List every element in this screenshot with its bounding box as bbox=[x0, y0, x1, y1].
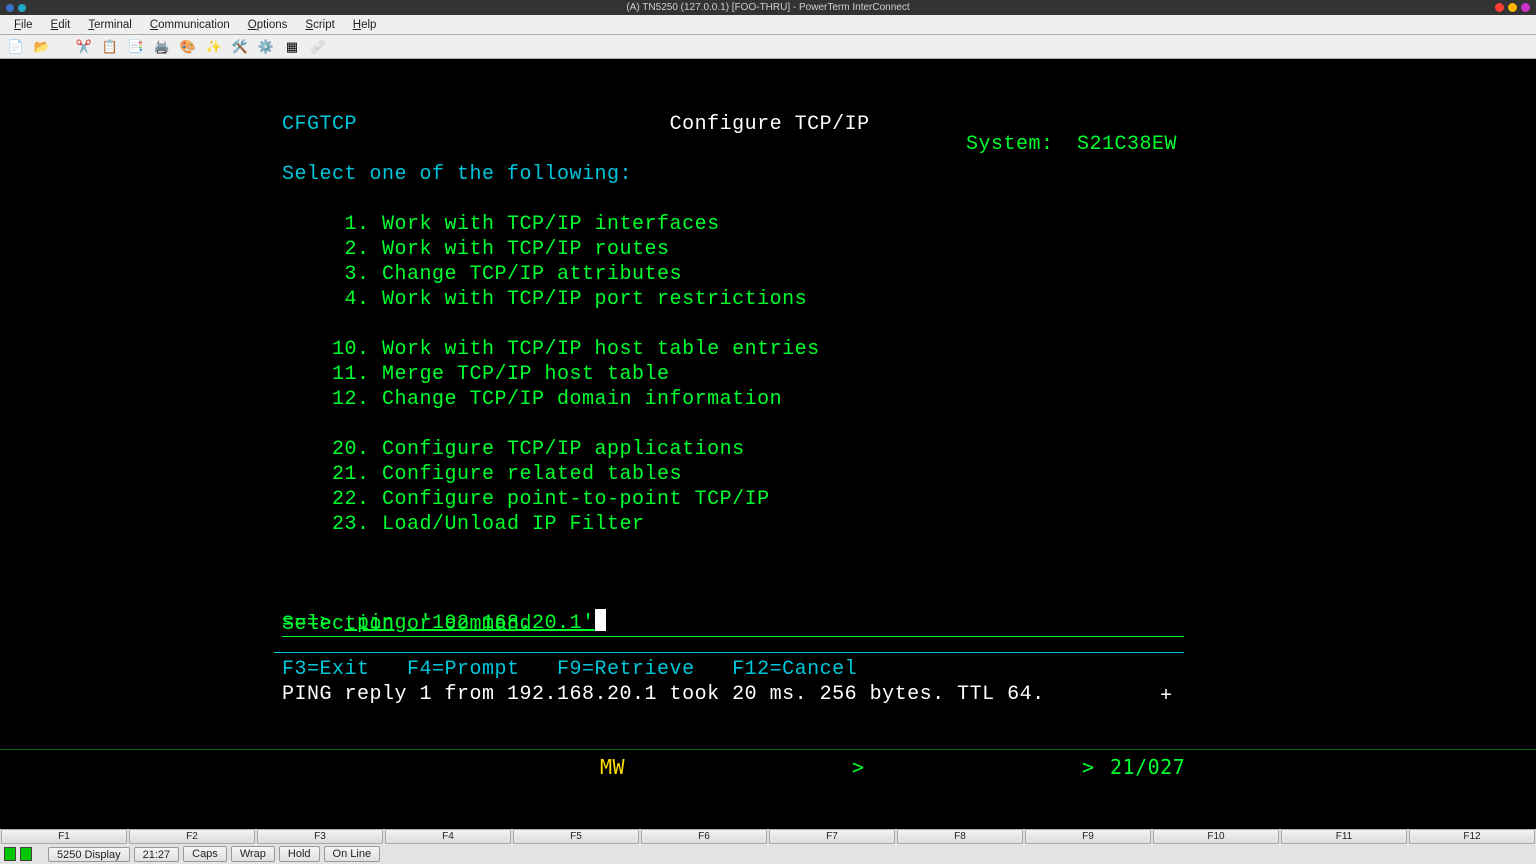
fkey-f4[interactable]: F4 bbox=[385, 829, 511, 844]
menu-options[interactable]: Options bbox=[240, 17, 296, 33]
bottom-status-bar: 5250 Display 21:27 CapsWrapHoldOn Line bbox=[0, 844, 1536, 864]
fkey-f7[interactable]: F7 bbox=[769, 829, 895, 844]
paste-icon[interactable]: 📑 bbox=[128, 39, 144, 55]
fkey-f1[interactable]: F1 bbox=[1, 829, 127, 844]
status-pill-hold[interactable]: Hold bbox=[279, 846, 320, 862]
mw-indicator: MW bbox=[600, 755, 625, 780]
more-indicator: + bbox=[1160, 684, 1173, 709]
command-prompt: ===> bbox=[282, 612, 332, 635]
fkey-f2[interactable]: F2 bbox=[129, 829, 255, 844]
message-line: PING reply 1 from 192.168.20.1 took 20 m… bbox=[282, 682, 1045, 707]
menubar: File Edit Terminal Communication Options… bbox=[0, 15, 1536, 35]
menu-script[interactable]: Script bbox=[297, 17, 342, 33]
fkey-f12[interactable]: F12 bbox=[1409, 829, 1535, 844]
command-input-line[interactable]: ===> ping '192.168.20.1' bbox=[282, 609, 1184, 637]
copy-icon[interactable]: 📋 bbox=[102, 39, 118, 55]
fkey-f11[interactable]: F11 bbox=[1281, 829, 1407, 844]
terminal-screen[interactable]: CFGTCP Configure TCP/IP System:S21C38EW … bbox=[0, 59, 1536, 780]
cut-icon[interactable]: ✂️ bbox=[76, 39, 92, 55]
gear-icon[interactable]: ⚙️ bbox=[258, 39, 274, 55]
fkey-bar: F1F2F3F4F5F6F7F8F9F10F11F12 bbox=[0, 829, 1536, 844]
menu-file[interactable]: File bbox=[6, 17, 41, 33]
cursor-position: 21/027 bbox=[1110, 755, 1185, 780]
menu-communication[interactable]: Communication bbox=[142, 17, 238, 33]
status-pill-on-line[interactable]: On Line bbox=[324, 846, 381, 862]
open-icon[interactable]: 📂 bbox=[34, 39, 50, 55]
fkey-f6[interactable]: F6 bbox=[641, 829, 767, 844]
cursor bbox=[595, 609, 606, 631]
system-name: S21C38EW bbox=[1077, 132, 1177, 157]
arrow-icon: > bbox=[1082, 755, 1095, 780]
print-icon[interactable]: 🖨️ bbox=[154, 39, 170, 55]
window-title: (A) TN5250 (127.0.0.1) [FOO-THRU] - Powe… bbox=[0, 2, 1536, 13]
fkey-f9[interactable]: F9 bbox=[1025, 829, 1151, 844]
tools-icon[interactable]: 🛠️ bbox=[232, 39, 248, 55]
fkey-f10[interactable]: F10 bbox=[1153, 829, 1279, 844]
new-icon[interactable]: 📄 bbox=[8, 39, 24, 55]
menu-edit[interactable]: Edit bbox=[43, 17, 79, 33]
function-keys-help: F3=Exit F4=Prompt F9=Retrieve F12=Cancel bbox=[282, 657, 857, 682]
eraser-icon[interactable]: 🩹 bbox=[310, 39, 326, 55]
maximize-icon[interactable] bbox=[1521, 3, 1530, 12]
menu-options: 1. Work with TCP/IP interfaces 2. Work w… bbox=[282, 212, 1536, 537]
status-row: MW > > 21/027 bbox=[0, 754, 1536, 780]
select-prompt: Select one of the following: bbox=[282, 163, 632, 186]
fkey-f3[interactable]: F3 bbox=[257, 829, 383, 844]
screen-title: Configure TCP/IP bbox=[670, 113, 870, 136]
system-label: System: bbox=[966, 132, 1054, 157]
program-id: CFGTCP bbox=[282, 113, 357, 136]
toolbar: 📄 📂 ✂️ 📋 📑 🖨️ 🎨 ✨ 🛠️ ⚙️ ▦ 🩹 bbox=[0, 35, 1536, 59]
window-titlebar: (A) TN5250 (127.0.0.1) [FOO-THRU] - Powe… bbox=[0, 0, 1536, 15]
pos-pill[interactable]: 21:27 bbox=[134, 847, 180, 862]
menu-terminal[interactable]: Terminal bbox=[80, 17, 139, 33]
menu-help[interactable]: Help bbox=[345, 17, 385, 33]
window-controls bbox=[1495, 3, 1530, 12]
grid-icon[interactable]: ▦ bbox=[284, 39, 300, 55]
fkey-f5[interactable]: F5 bbox=[513, 829, 639, 844]
fkey-f8[interactable]: F8 bbox=[897, 829, 1023, 844]
separator bbox=[274, 652, 1184, 653]
led-indicator bbox=[20, 847, 32, 861]
command-value[interactable]: ping '192.168.20.1' bbox=[345, 612, 595, 635]
status-separator bbox=[0, 749, 1536, 750]
status-pill-wrap[interactable]: Wrap bbox=[231, 846, 275, 862]
arrow-icon: > bbox=[852, 755, 865, 780]
mode-pill[interactable]: 5250 Display bbox=[48, 847, 130, 862]
minimize-icon[interactable] bbox=[1508, 3, 1517, 12]
wand-icon[interactable]: ✨ bbox=[206, 39, 222, 55]
close-icon[interactable] bbox=[1495, 3, 1504, 12]
status-pill-caps[interactable]: Caps bbox=[183, 846, 227, 862]
palette-icon[interactable]: 🎨 bbox=[180, 39, 196, 55]
led-indicator bbox=[4, 847, 16, 861]
